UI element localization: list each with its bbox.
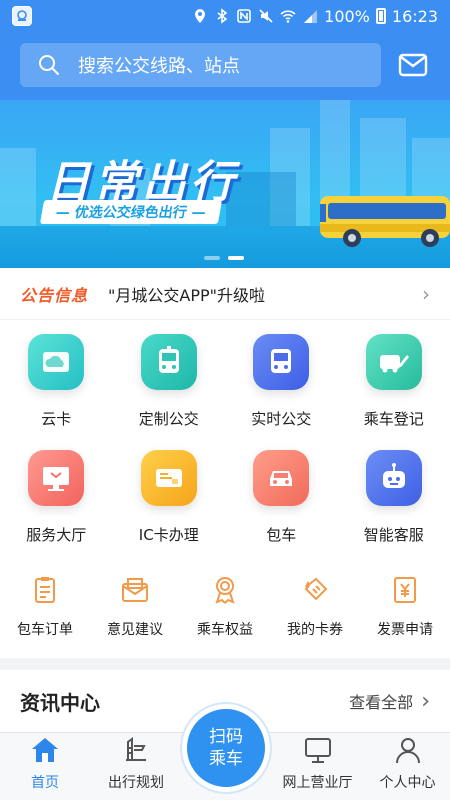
grid-item-custom-bus[interactable]: 定制公交 xyxy=(113,334,226,429)
tab-route-planning[interactable]: 出行规划 xyxy=(90,733,182,800)
app-notification-icon xyxy=(12,6,32,26)
user-icon xyxy=(395,738,420,764)
wifi-icon xyxy=(280,10,296,23)
grid-item-smart-service[interactable]: 智能客服 xyxy=(338,450,450,545)
ride-register-icon xyxy=(365,334,422,390)
grid-label: 乘车登记 xyxy=(363,410,424,428)
grid-label: 实时公交 xyxy=(251,410,312,428)
status-bar: 100% 16:23 xyxy=(0,0,450,32)
tab-label: 首页 xyxy=(31,775,59,791)
battery-percent: 100% xyxy=(324,6,370,26)
tab-profile[interactable]: 个人中心 xyxy=(365,733,450,800)
shortcut-my-coupons[interactable]: 我的卡券 xyxy=(270,573,360,639)
robot-icon xyxy=(365,450,422,506)
shortcut-label: 乘车权益 xyxy=(197,622,253,638)
grid-item-ride-register[interactable]: 乘车登记 xyxy=(338,334,450,429)
search-placeholder: 搜索公交线路、站点 xyxy=(78,56,240,77)
charter-car-icon xyxy=(253,450,310,506)
tab-online-hall[interactable]: 网上营业厅 xyxy=(270,733,365,800)
banner-pagination xyxy=(204,256,244,260)
order-list-icon xyxy=(28,573,62,607)
notice-text: "月城公交APP"升级啦 xyxy=(108,285,265,305)
scan-label-line2: 乘车 xyxy=(209,749,243,769)
grid-label: 云卡 xyxy=(41,410,72,428)
shortcut-charter-orders[interactable]: 包车订单 xyxy=(0,573,90,639)
shortcut-feedback[interactable]: 意见建议 xyxy=(90,573,180,639)
shortcut-label: 我的卡券 xyxy=(287,622,343,638)
scan-to-ride-button[interactable]: 扫码 乘车 xyxy=(182,704,270,792)
notice-bar[interactable]: 公告信息 "月城公交APP"升级啦 › xyxy=(0,268,450,320)
nfc-icon xyxy=(237,9,251,23)
bluetooth-icon xyxy=(217,8,228,24)
tab-label: 出行规划 xyxy=(108,775,164,791)
banner-subtitle: — 优选公交绿色出行 — xyxy=(39,200,222,224)
tab-label: 网上营业厅 xyxy=(282,775,353,791)
custom-bus-icon xyxy=(140,334,197,390)
grid-item-service-hall[interactable]: 服务大厅 xyxy=(0,450,113,545)
ic-card-icon xyxy=(140,450,197,506)
grid-label: IC卡办理 xyxy=(138,526,199,544)
bus-illustration xyxy=(320,196,450,247)
cloud-card-icon xyxy=(28,334,85,390)
grid-label: 包车 xyxy=(266,526,297,544)
grid-item-cloud-card[interactable]: 云卡 xyxy=(0,334,113,429)
grid-label: 智能客服 xyxy=(363,526,424,544)
shortcut-label: 意见建议 xyxy=(107,622,163,638)
home-icon xyxy=(32,738,58,762)
battery-icon xyxy=(375,8,386,24)
promo-banner[interactable]: 日常出行 — 优选公交绿色出行 — xyxy=(0,100,450,268)
city-building xyxy=(0,148,36,228)
route-planning-icon xyxy=(126,737,146,761)
pagination-dot-active xyxy=(228,256,244,260)
shortcut-label: 发票申请 xyxy=(377,622,433,638)
medal-icon xyxy=(208,573,242,607)
mute-icon xyxy=(259,9,273,23)
grid-item-charter[interactable]: 包车 xyxy=(225,450,338,545)
location-icon xyxy=(195,9,206,23)
scan-label-line1: 扫码 xyxy=(209,727,243,747)
tab-label: 个人中心 xyxy=(379,775,436,791)
shortcut-label: 包车订单 xyxy=(17,622,73,638)
signal-icon xyxy=(304,10,318,23)
shortcut-grid: 包车订单 意见建议 乘车权益 我的卡券 发票申请 xyxy=(0,573,450,639)
grid-item-ic-card[interactable]: IC卡办理 xyxy=(113,450,226,545)
clock: 16:23 xyxy=(391,6,438,26)
coupon-icon xyxy=(298,573,332,607)
notice-tag: 公告信息 xyxy=(20,285,89,305)
grid-label: 定制公交 xyxy=(138,410,199,428)
invoice-icon xyxy=(388,573,422,607)
service-grid-row-2: 服务大厅 IC卡办理 包车 智能客服 xyxy=(0,450,450,545)
grid-label: 服务大厅 xyxy=(26,526,87,544)
pagination-dot xyxy=(204,256,220,260)
search-bar[interactable]: 搜索公交线路、站点 xyxy=(20,43,381,87)
tab-home[interactable]: 首页 xyxy=(0,733,90,800)
chevron-right-icon: › xyxy=(422,281,430,306)
view-all-label: 查看全部 xyxy=(349,693,414,712)
content-card: 公告信息 "月城公交APP"升级啦 › 云卡 定制公交 实时公交 乘车登记 服务… xyxy=(0,268,450,658)
shortcut-ride-rights[interactable]: 乘车权益 xyxy=(180,573,270,639)
realtime-bus-icon xyxy=(253,334,310,390)
news-title: 资讯中心 xyxy=(20,690,100,715)
view-all-link[interactable]: 查看全部 › xyxy=(349,689,430,714)
shortcut-invoice[interactable]: 发票申请 xyxy=(360,573,450,639)
message-icon[interactable] xyxy=(398,52,428,78)
service-hall-icon xyxy=(28,450,85,506)
chevron-right-icon: › xyxy=(421,688,430,714)
service-grid-row-1: 云卡 定制公交 实时公交 乘车登记 xyxy=(0,334,450,429)
feedback-mail-icon xyxy=(118,573,152,607)
header: 搜索公交线路、站点 xyxy=(0,32,450,100)
grid-item-realtime-bus[interactable]: 实时公交 xyxy=(225,334,338,429)
monitor-icon xyxy=(304,738,331,763)
search-icon xyxy=(39,55,59,75)
